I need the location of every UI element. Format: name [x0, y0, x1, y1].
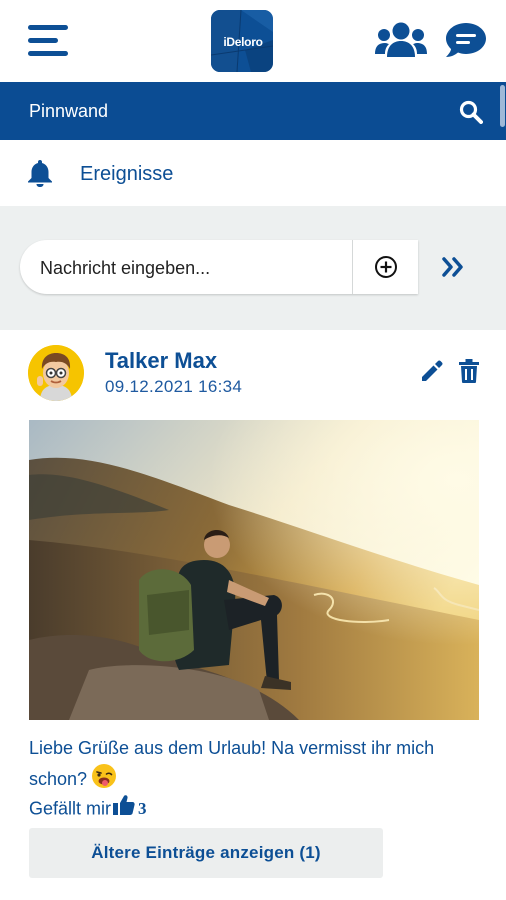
events-row[interactable]: Ereignisse: [0, 140, 506, 206]
page-header: Pinnwand: [0, 82, 506, 140]
search-icon[interactable]: [459, 100, 483, 124]
bell-icon: [28, 160, 52, 187]
logo-text: iDeloro: [223, 35, 263, 49]
like-button[interactable]: Gefällt mir: [29, 798, 111, 818]
chat-icon[interactable]: [445, 22, 487, 58]
events-label: Ereignisse: [80, 163, 174, 185]
post-text: Liebe Grüße aus dem Urlaub! Na vermisst …: [29, 733, 489, 794]
double-chevron-right-icon[interactable]: [441, 256, 465, 278]
plus-circle-icon[interactable]: [374, 255, 398, 279]
users-icon[interactable]: [375, 22, 427, 58]
divider: [352, 240, 353, 294]
post-date: 09.12.2021 16:34: [105, 377, 243, 396]
post-message: Liebe Grüße aus dem Urlaub! Na vermisst …: [29, 738, 435, 789]
thumbs-up-icon[interactable]: [113, 794, 135, 816]
message-input[interactable]: [38, 240, 354, 296]
composer-area: [0, 206, 506, 330]
like-row: Gefällt mir 3: [29, 794, 147, 820]
scrollbar-thumb[interactable]: [500, 85, 505, 127]
post-card: Talker Max 09.12.2021 16:34 Liebe Grüße …: [0, 330, 506, 900]
message-box: [20, 240, 418, 296]
app-logo: iDeloro: [211, 10, 273, 72]
app-top-bar: iDeloro: [0, 0, 506, 82]
page-title: Pinnwand: [29, 101, 109, 121]
edit-icon[interactable]: [421, 360, 443, 382]
menu-icon[interactable]: [28, 25, 68, 57]
delete-icon[interactable]: [459, 359, 479, 383]
like-count: 3: [138, 798, 147, 818]
post-author[interactable]: Talker Max: [105, 348, 217, 374]
post-photo[interactable]: [29, 420, 479, 720]
older-entries-button[interactable]: Ältere Einträge anzeigen (1): [29, 828, 383, 878]
avatar[interactable]: [28, 345, 84, 401]
winking-tongue-emoji-icon: [92, 764, 117, 788]
